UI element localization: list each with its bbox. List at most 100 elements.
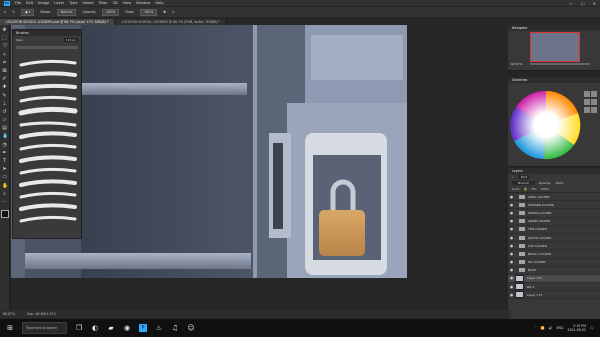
layer-kind-filter[interactable]: Kind (517, 175, 531, 179)
crop-tool-icon[interactable]: ⌗ (2, 60, 7, 66)
layer-row[interactable]: ● ANNIE LOCKER (508, 218, 600, 226)
eraser-tool-icon[interactable]: ▱ (2, 118, 7, 123)
close-button[interactable]: ✕ (593, 1, 596, 6)
pen-tool-icon[interactable]: ✒ (2, 150, 7, 156)
layer-row[interactable]: ● SENPAI LOCKER (508, 209, 600, 218)
navigator-panel-title[interactable]: Navigator (508, 25, 600, 31)
windows-start-icon[interactable]: ⊞ (6, 324, 14, 332)
visibility-eye-icon[interactable]: ● (508, 195, 515, 199)
photoshop-taskbar-icon[interactable]: P (139, 324, 147, 332)
opacity-input[interactable]: 100% (102, 8, 120, 16)
navigator-zoom[interactable]: 66.67% (511, 62, 522, 66)
layer-row[interactable]: ● GREG LOCKER (508, 193, 600, 202)
layer-opacity-value[interactable]: 100% (555, 181, 564, 185)
more-tools-icon[interactable]: ⋯ (2, 199, 7, 205)
shape-tool-icon[interactable]: ▭ (2, 175, 7, 180)
zoom-tool-icon[interactable]: ⌕ (2, 191, 7, 197)
brush-size-slider[interactable] (16, 46, 78, 49)
lasso-tool-icon[interactable]: ➰ (2, 44, 8, 49)
language-indicator[interactable]: ENG (557, 326, 564, 330)
brush-tool-icon[interactable]: ✎ (12, 10, 15, 14)
menu-window[interactable]: Window (136, 1, 150, 5)
layer-row[interactable]: ● SHONEN LOCKER (508, 201, 600, 210)
visibility-eye-icon[interactable]: ● (508, 227, 515, 231)
menu-select[interactable]: Select (83, 1, 94, 5)
taskbar-search-input[interactable]: Type here to search (22, 322, 67, 334)
healing-tool-icon[interactable]: ✚ (2, 85, 7, 90)
path-select-tool-icon[interactable]: ➤ (2, 167, 7, 172)
brush-size-value[interactable]: 115 px (63, 38, 78, 42)
frame-tool-icon[interactable]: ⊠ (2, 68, 7, 74)
edge-icon[interactable]: ◐ (91, 324, 99, 332)
chrome-icon[interactable]: ◉ (123, 324, 131, 332)
navigator-preview[interactable] (530, 32, 580, 62)
eyedropper-tool-icon[interactable]: ✐ (2, 77, 7, 82)
layer-row[interactable]: ● BG 2 (508, 283, 600, 292)
menu-edit[interactable]: Edit (26, 1, 33, 5)
menu-layer[interactable]: Layer (54, 1, 64, 5)
fill-value[interactable]: 100% (541, 187, 550, 191)
layer-row[interactable]: ● SUE LOCKER (508, 242, 600, 251)
layer-row[interactable]: ● Layer 175 (508, 274, 600, 284)
status-zoom[interactable]: 66.67% (3, 312, 15, 316)
file-explorer-icon[interactable]: ▰ (107, 324, 115, 332)
menu-view[interactable]: View (123, 1, 132, 5)
brush-strokes-list[interactable] (13, 51, 81, 241)
symmetry-icon[interactable]: ⧖ (172, 10, 174, 14)
blend-mode-select[interactable]: Normal (512, 181, 535, 185)
menu-file[interactable]: File (15, 1, 21, 5)
visibility-eye-icon[interactable]: ● (508, 285, 515, 289)
task-view-icon[interactable]: ❐ (75, 324, 83, 332)
airbrush-icon[interactable]: ✺ (163, 10, 166, 14)
minimize-button[interactable]: — (569, 1, 573, 6)
layer-row[interactable]: ● MC LOCKER (508, 259, 600, 267)
marquee-tool-icon[interactable]: ⬚ (2, 36, 7, 41)
color-wheel[interactable] (508, 83, 600, 167)
menu-type[interactable]: Type (69, 1, 77, 5)
stamp-tool-icon[interactable]: ⊥ (2, 101, 7, 107)
visibility-eye-icon[interactable]: ● (508, 276, 515, 280)
steam-icon[interactable]: ♨ (155, 324, 163, 332)
menu-filter[interactable]: Filter (99, 1, 108, 5)
tray-arrow-icon[interactable]: ˄ (535, 326, 537, 330)
layer-row[interactable]: ● JUDITH LOCKER (508, 234, 600, 243)
visibility-eye-icon[interactable]: ● (508, 236, 515, 240)
network-icon[interactable]: 📶 (541, 326, 545, 330)
hand-tool-icon[interactable]: ✋ (2, 183, 8, 189)
visibility-eye-icon[interactable]: ● (508, 293, 515, 297)
visibility-eye-icon[interactable]: ● (508, 203, 515, 207)
menu-help[interactable]: Help (155, 1, 163, 5)
notification-icon[interactable]: 🗨 (590, 326, 594, 330)
layer-row[interactable]: ● BOSSY LOCKER (508, 250, 600, 259)
discord-icon[interactable]: ☺ (187, 324, 195, 332)
brush-tool-icon[interactable]: ✎ (2, 93, 7, 99)
visibility-eye-icon[interactable]: ● (508, 252, 515, 256)
visibility-eye-icon[interactable]: ● (508, 268, 515, 272)
home-icon[interactable]: ⌂ (4, 10, 6, 14)
visibility-eye-icon[interactable]: ● (508, 260, 515, 264)
photoshop-logo[interactable]: Ps (4, 0, 10, 6)
type-tool-icon[interactable]: T (2, 159, 7, 164)
quick-select-tool-icon[interactable]: ✧ (2, 52, 7, 58)
menu-3d[interactable]: 3D (113, 1, 118, 5)
volume-icon[interactable]: 🔊 (549, 326, 553, 330)
maximize-button[interactable]: ☐ (581, 1, 585, 6)
foreground-color-swatch[interactable] (0, 210, 9, 219)
dodge-tool-icon[interactable]: ◔ (2, 142, 7, 148)
lock-icon[interactable]: 🔒 (524, 187, 528, 191)
visibility-eye-icon[interactable]: ● (508, 219, 515, 223)
blur-tool-icon[interactable]: 💧 (2, 134, 8, 139)
navigator-zoom-slider[interactable] (530, 63, 590, 65)
brush-preset-picker[interactable]: ● ▾ (21, 8, 35, 16)
clock[interactable]: 2:10 PM 2021-06-02 (567, 324, 586, 332)
layer-row[interactable]: ● BASE (508, 267, 600, 275)
layer-row[interactable]: ● YEN LOCKER (508, 226, 600, 234)
gradient-tool-icon[interactable]: ▤ (2, 126, 7, 131)
menu-image[interactable]: Image (38, 1, 49, 5)
layer-row[interactable]: ● Layer 173 (508, 291, 600, 300)
move-tool-icon[interactable]: ✥ (2, 28, 7, 33)
visibility-eye-icon[interactable]: ● (508, 211, 515, 215)
mode-select[interactable]: Normal (56, 8, 77, 16)
history-brush-icon[interactable]: ↺ (2, 109, 7, 115)
flow-input[interactable]: 100% (140, 8, 158, 16)
